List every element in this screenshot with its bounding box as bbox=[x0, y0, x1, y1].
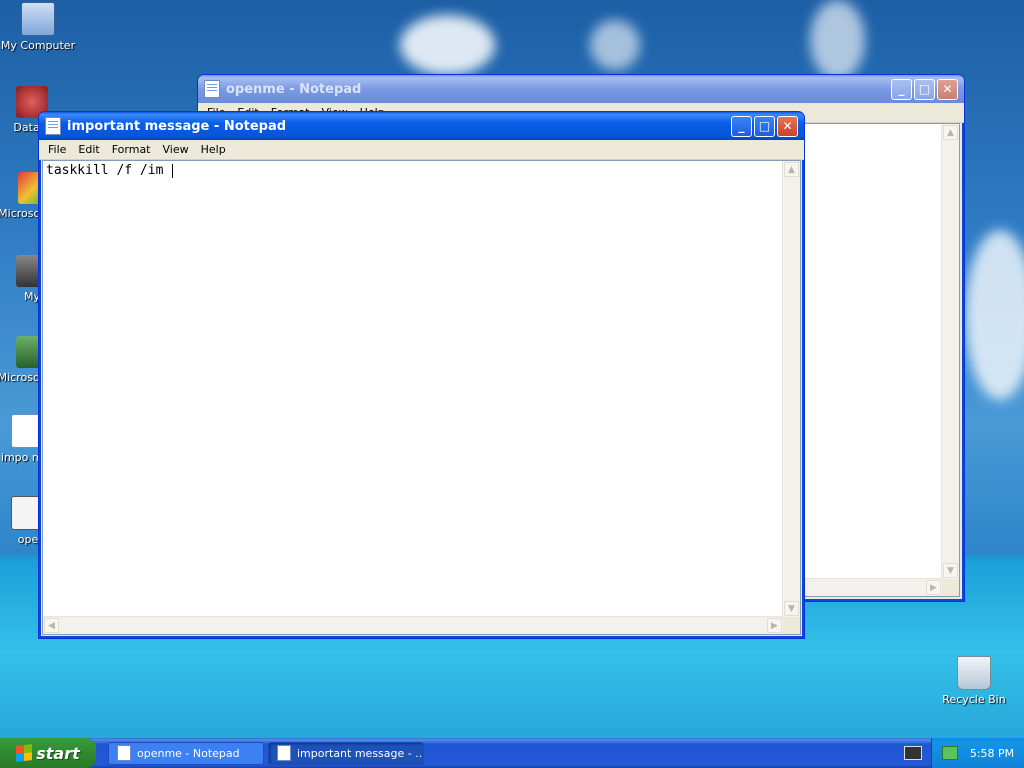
title-bar[interactable]: openme - Notepad _ □ ✕ bbox=[198, 75, 964, 103]
computer-icon bbox=[21, 2, 55, 36]
start-button[interactable]: start bbox=[0, 738, 96, 768]
cloud-decoration bbox=[810, 0, 865, 80]
notepad-icon bbox=[204, 80, 220, 98]
menu-bar: File Edit Format View Help bbox=[39, 140, 804, 160]
window-title: openme - Notepad bbox=[226, 81, 362, 97]
menu-edit[interactable]: Edit bbox=[72, 143, 105, 156]
taskbar-button-openme[interactable]: openme - Notepad bbox=[108, 741, 264, 765]
minimize-button[interactable]: _ bbox=[891, 78, 912, 100]
desktop-icon-label: My Computer bbox=[0, 39, 76, 52]
scroll-down-arrow-icon[interactable]: ▼ bbox=[784, 601, 799, 616]
menu-file[interactable]: File bbox=[42, 143, 72, 156]
minimize-button[interactable]: _ bbox=[731, 115, 752, 137]
windows-logo-icon bbox=[16, 744, 33, 762]
scroll-up-arrow-icon[interactable]: ▲ bbox=[784, 162, 799, 177]
maximize-button[interactable]: □ bbox=[914, 78, 935, 100]
close-button[interactable]: ✕ bbox=[937, 78, 958, 100]
cloud-decoration bbox=[400, 15, 495, 75]
keyboard-icon[interactable] bbox=[904, 746, 922, 760]
menu-view[interactable]: View bbox=[157, 143, 195, 156]
cloud-decoration bbox=[590, 20, 640, 70]
notepad-window-important-message[interactable]: important message - Notepad _ □ ✕ File E… bbox=[38, 111, 805, 639]
task-label: openme - Notepad bbox=[137, 746, 240, 760]
vertical-scrollbar[interactable]: ▲ ▼ bbox=[782, 161, 800, 617]
scroll-left-arrow-icon[interactable]: ◀ bbox=[44, 618, 59, 633]
notepad-icon bbox=[45, 117, 61, 135]
recycle-bin-icon bbox=[957, 656, 991, 690]
maximize-button[interactable]: □ bbox=[754, 115, 775, 137]
vertical-scrollbar[interactable]: ▲ ▼ bbox=[941, 124, 959, 579]
resize-grip-icon[interactable] bbox=[783, 617, 800, 634]
horizontal-scrollbar[interactable]: ◀ ▶ bbox=[43, 616, 783, 634]
window-title: important message - Notepad bbox=[67, 118, 287, 134]
cloud-decoration bbox=[965, 230, 1024, 400]
text-line: taskkill /f /im bbox=[46, 163, 172, 178]
text-caret bbox=[172, 163, 174, 178]
menu-format[interactable]: Format bbox=[106, 143, 157, 156]
scroll-right-arrow-icon[interactable]: ▶ bbox=[926, 580, 941, 595]
taskbar-button-important-message[interactable]: important message - ... bbox=[268, 741, 424, 765]
network-icon[interactable] bbox=[941, 746, 958, 760]
desktop-icon-recycle-bin[interactable]: Recycle Bin bbox=[934, 656, 1014, 706]
scroll-down-arrow-icon[interactable]: ▼ bbox=[943, 563, 958, 578]
task-label: important message - ... bbox=[297, 746, 424, 760]
resize-grip-icon[interactable] bbox=[942, 579, 959, 596]
text-content[interactable]: taskkill /f /im bbox=[43, 161, 800, 180]
desktop-icon-label: Recycle Bin bbox=[942, 693, 1006, 706]
menu-help[interactable]: Help bbox=[195, 143, 232, 156]
notepad-icon bbox=[117, 745, 131, 761]
close-button[interactable]: ✕ bbox=[777, 115, 798, 137]
text-area[interactable]: taskkill /f /im ▲ ▼ ◀ ▶ bbox=[42, 160, 801, 635]
system-tray: 5:58 PM bbox=[931, 738, 1024, 768]
notepad-icon bbox=[277, 745, 291, 761]
taskbar: start openme - Notepad important message… bbox=[0, 738, 1024, 768]
clock[interactable]: 5:58 PM bbox=[970, 747, 1014, 760]
start-label: start bbox=[36, 743, 80, 763]
title-bar[interactable]: important message - Notepad _ □ ✕ bbox=[39, 112, 804, 140]
desktop-icon-my-computer[interactable]: My Computer bbox=[0, 2, 78, 52]
scroll-right-arrow-icon[interactable]: ▶ bbox=[767, 618, 782, 633]
scroll-up-arrow-icon[interactable]: ▲ bbox=[943, 125, 958, 140]
